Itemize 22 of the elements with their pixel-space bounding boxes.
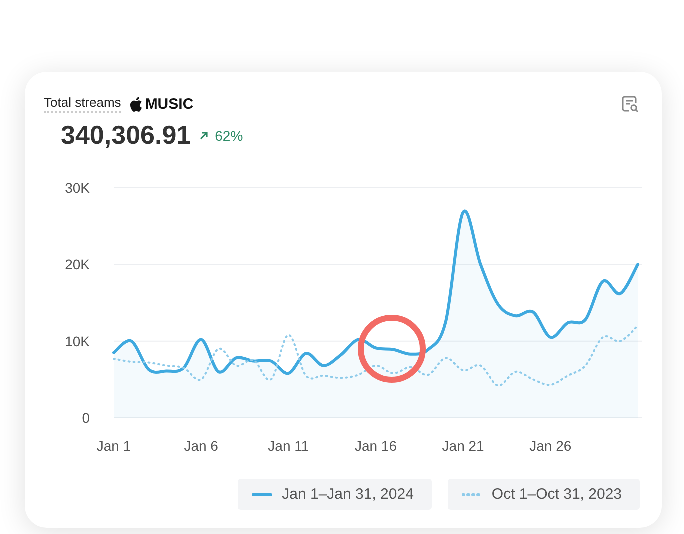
y-axis-label: 30K <box>65 180 90 196</box>
legend-item[interactable]: Oct 1–Oct 31, 2023 <box>448 479 640 510</box>
y-axis-label: 10K <box>65 333 90 350</box>
x-axis-label: Jan 26 <box>530 438 572 454</box>
service-name: MUSIC <box>145 96 194 112</box>
x-axis-label: Jan 11 <box>268 438 310 454</box>
change-percent: 62% <box>215 128 244 144</box>
line-swatch-icon <box>462 492 482 496</box>
total-value: 340,306.91 <box>61 120 192 151</box>
y-axis-label: 0 <box>82 410 90 426</box>
apple-logo-icon <box>130 96 144 112</box>
x-axis-label: Jan 6 <box>184 438 218 454</box>
line-swatch-icon <box>252 492 272 496</box>
x-axis-label: Jan 16 <box>354 438 398 454</box>
search-report-icon[interactable] <box>620 94 640 114</box>
trend-arrow-icon <box>199 130 210 140</box>
y-axis-label: 20K <box>65 256 90 273</box>
highlight-circle <box>358 315 426 383</box>
legend-item[interactable]: Jan 1–Jan 31, 2024 <box>238 479 432 510</box>
chart-title: Total streams <box>44 95 122 113</box>
x-axis-label: Jan 21 <box>442 438 484 454</box>
x-axis-label: Jan 1 <box>96 438 132 454</box>
